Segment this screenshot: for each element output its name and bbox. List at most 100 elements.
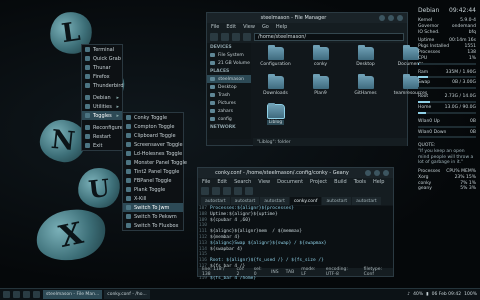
- menu-item-exit[interactable]: Exit: [82, 141, 122, 150]
- device-item[interactable]: File System: [207, 51, 251, 59]
- toggle-item[interactable]: Tint2 Panel Toggle: [123, 167, 183, 176]
- conky-key: Ram: [418, 69, 429, 75]
- menu-document[interactable]: Document: [277, 179, 303, 185]
- minimize-icon[interactable]: [379, 15, 385, 21]
- battery-icon[interactable]: ▮: [426, 292, 428, 297]
- menu-item-utilities[interactable]: Utilities ▸: [82, 102, 122, 111]
- toggle-item[interactable]: Conky Toggle: [123, 113, 183, 122]
- place-item[interactable]: Desktop: [207, 83, 251, 91]
- editor-tab[interactable]: autostart: [230, 197, 260, 205]
- close-icon[interactable]: [383, 170, 389, 176]
- toggle-item[interactable]: X-Kill: [123, 194, 183, 203]
- menu-item-quick-grab[interactable]: Quick Grab: [82, 54, 122, 63]
- menu-view[interactable]: View: [243, 24, 255, 30]
- place-label: Pictures: [218, 100, 236, 106]
- file-item[interactable]: Configuration: [253, 44, 298, 73]
- menu-item-terminal[interactable]: Terminal: [82, 45, 122, 54]
- folder-icon: [210, 101, 215, 105]
- toggle-item[interactable]: Screensaver Toggle: [123, 140, 183, 149]
- menu-help[interactable]: Help: [373, 179, 384, 185]
- menu-edit[interactable]: Edit: [226, 24, 236, 30]
- menu-item-restart[interactable]: Restart: [82, 132, 122, 141]
- place-item[interactable]: zahars: [207, 107, 251, 115]
- toggle-item[interactable]: Compton Toggle: [123, 122, 183, 131]
- folder-icon[interactable]: [23, 291, 30, 298]
- place-item[interactable]: config: [207, 115, 251, 123]
- toggle-item[interactable]: Switch To Fluxbox: [123, 221, 183, 230]
- file-item[interactable]: Plan9: [298, 73, 343, 102]
- menu-view[interactable]: View: [258, 179, 270, 185]
- undo-icon[interactable]: [234, 187, 242, 195]
- device-label: 21 GB Volume: [218, 60, 250, 66]
- task-button[interactable]: conky.conf - /ho...: [104, 290, 150, 299]
- place-item[interactable]: steelmason: [207, 75, 251, 83]
- editor-tab[interactable]: autostart: [201, 197, 230, 205]
- toggle-item[interactable]: Ld-Holesnes Toggle: [123, 149, 183, 158]
- exit-icon: [85, 143, 90, 148]
- editor-tab[interactable]: autostart: [260, 197, 289, 205]
- maximize-icon[interactable]: [388, 15, 394, 21]
- editor-titlebar[interactable]: conky.conf - /home/steelmason/.config/co…: [198, 168, 393, 178]
- clock[interactable]: 06 Feb 09:42: [432, 292, 462, 297]
- redo-icon[interactable]: [245, 187, 253, 195]
- menu-project[interactable]: Project: [310, 179, 327, 185]
- new-file-icon[interactable]: [201, 187, 209, 195]
- file-item[interactable]: Desktop: [343, 44, 388, 73]
- save-icon[interactable]: [223, 187, 231, 195]
- toggle-item[interactable]: Monster Panel Toggle: [123, 158, 187, 167]
- toggle-item[interactable]: Plank Toggle: [123, 185, 183, 194]
- menu-file[interactable]: File: [211, 24, 219, 30]
- maximize-icon[interactable]: [374, 170, 380, 176]
- task-button[interactable]: steelmason - File Man...: [43, 290, 103, 299]
- menu-item-label: Switch To Pekwm: [134, 213, 177, 220]
- menu-build[interactable]: Build: [334, 179, 347, 185]
- home-icon[interactable]: [243, 33, 251, 41]
- toggle-item[interactable]: Switch To Pekwm: [123, 212, 183, 221]
- editor-tab[interactable]: conky.conf: [289, 197, 322, 205]
- file-item[interactable]: GitHames: [343, 73, 388, 102]
- menu-item-firefox[interactable]: Firefox: [82, 72, 122, 81]
- forward-icon[interactable]: [221, 33, 229, 41]
- up-icon[interactable]: [232, 33, 240, 41]
- volume-icon[interactable]: ♪: [407, 292, 410, 297]
- network-header: NETWORK: [210, 125, 236, 130]
- editor-tab[interactable]: autostart: [322, 197, 352, 205]
- toggle-item[interactable]: FBPanel Toggle: [123, 176, 183, 185]
- code-editor[interactable]: 107 Processes:${alignr}${processes} 108 Upt…: [198, 206, 393, 281]
- editor-statusbar: line: 118 / 138 col: 2 sel: 0 INS TAB mode: L…: [198, 267, 393, 277]
- open-file-icon[interactable]: [212, 187, 220, 195]
- menu-icon[interactable]: [3, 291, 10, 298]
- place-item[interactable]: Pictures: [207, 99, 251, 107]
- browser-icon[interactable]: [33, 291, 40, 298]
- menu-item-label: Toggles: [93, 112, 112, 119]
- status-field: INS: [271, 269, 279, 275]
- place-item[interactable]: Trash: [207, 91, 251, 99]
- minimize-icon[interactable]: [365, 170, 371, 176]
- toggle-item[interactable]: Switch To Jwm: [123, 203, 183, 212]
- file-label: Downloads: [263, 91, 288, 96]
- menu-item-reconfigure[interactable]: Reconfigure: [82, 123, 123, 132]
- back-icon[interactable]: [210, 33, 218, 41]
- file-item[interactable]: Downloads: [253, 73, 298, 102]
- menu-help[interactable]: Help: [276, 24, 287, 30]
- file-item[interactable]: Liblog: [253, 102, 298, 131]
- menu-search[interactable]: Search: [234, 179, 251, 185]
- device-item[interactable]: 21 GB Volume: [207, 59, 251, 67]
- close-icon[interactable]: [397, 15, 403, 21]
- toggle-icon: [126, 223, 131, 228]
- menu-tools[interactable]: Tools: [354, 179, 366, 185]
- menu-edit[interactable]: Edit: [217, 179, 227, 185]
- menu-item-debian[interactable]: Debian ▸: [82, 93, 122, 102]
- drive-icon: [210, 61, 215, 65]
- toggle-item[interactable]: Clipboard Toggle: [123, 131, 183, 140]
- menu-item-thunderbird[interactable]: Thunderbird: [82, 81, 124, 90]
- file-item[interactable]: conky: [298, 44, 343, 73]
- menu-go[interactable]: Go: [262, 24, 269, 30]
- menu-file[interactable]: File: [202, 179, 210, 185]
- terminal-icon[interactable]: [13, 291, 20, 298]
- file-manager-titlebar[interactable]: steelmason - File Manager: [207, 13, 407, 23]
- location-field[interactable]: /home/steelmason/: [254, 33, 404, 41]
- editor-tab[interactable]: autostart: [352, 197, 381, 205]
- menu-item-toggles[interactable]: Toggles ▸: [82, 111, 122, 120]
- menu-item-thunar[interactable]: Thunar: [82, 63, 122, 72]
